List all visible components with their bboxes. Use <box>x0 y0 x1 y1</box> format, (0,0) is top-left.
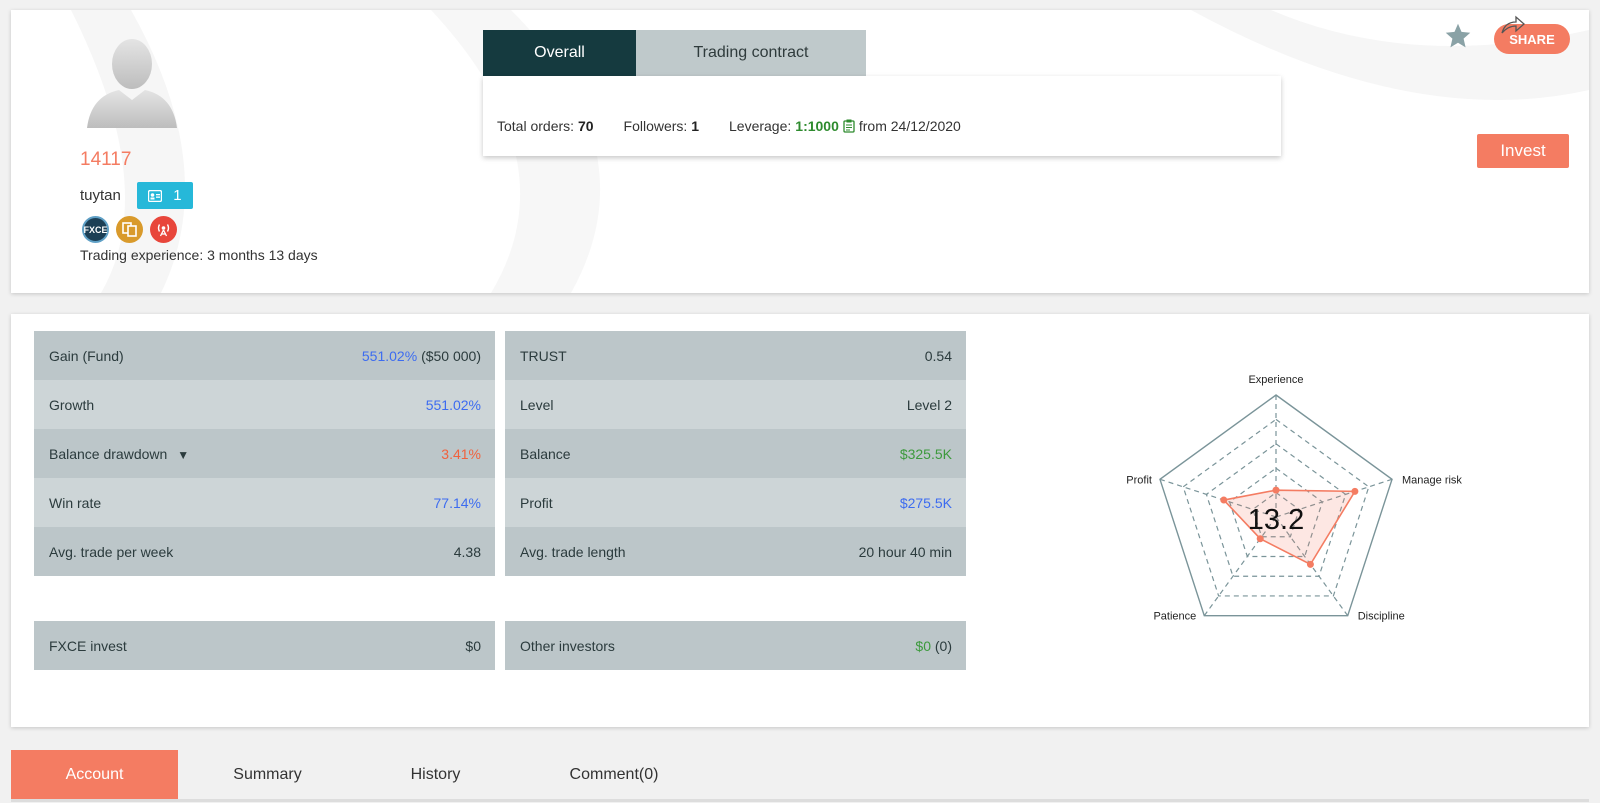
copy-icon <box>122 222 137 237</box>
stat-extra: (0) <box>934 637 952 654</box>
profile-card: 14117 tuytan 1 FXCE Trading experience: … <box>11 10 1589 293</box>
stat-level: Level Level 2 <box>505 380 966 429</box>
signal-badge-icon[interactable] <box>150 216 177 243</box>
stat-value: $0 <box>915 637 931 654</box>
id-card-badge[interactable]: 1 <box>137 182 193 209</box>
contract-icon[interactable] <box>843 119 855 133</box>
followers-value: 1 <box>691 118 699 134</box>
radar-axis-label-discipline: Discipline <box>1358 611 1405 623</box>
trader-id: 14117 <box>80 149 132 170</box>
stat-balance-drawdown[interactable]: Balance drawdown ▼ 3.41% <box>34 429 495 478</box>
id-card-icon <box>148 189 163 202</box>
stat-label: Level <box>520 396 554 413</box>
share-arrow-icon <box>1501 15 1525 34</box>
leverage-value: 1:1000 <box>795 118 839 134</box>
stat-label: FXCE invest <box>49 637 127 654</box>
copy-badge-icon[interactable] <box>116 216 143 243</box>
trading-experience: Trading experience: 3 months 13 days <box>80 247 318 263</box>
fxce-badge-label: FXCE <box>83 224 108 235</box>
stat-label: Gain (Fund) <box>49 347 124 364</box>
tab-underline <box>11 799 1589 802</box>
stat-value: 551.02% <box>425 396 481 413</box>
stat-value: 4.38 <box>453 543 481 560</box>
radar-point-manage-risk <box>1351 487 1359 495</box>
stat-avg-trade-length: Avg. trade length 20 hour 40 min <box>505 527 966 576</box>
other-investors-box: Other investors $0 (0) <box>505 621 966 670</box>
star-icon[interactable] <box>1444 22 1472 50</box>
radar-axis-label-profit: Profit <box>1126 474 1152 486</box>
leverage-label: Leverage: <box>729 118 792 134</box>
stat-label-wrap: Balance drawdown ▼ <box>49 446 189 462</box>
tab-trading-contract[interactable]: Trading contract <box>636 30 866 76</box>
leverage: Leverage: 1:1000 from 24/12/2020 <box>729 118 961 134</box>
stat-label: Growth <box>49 396 95 413</box>
radar-axis-label-patience: Patience <box>1153 611 1196 623</box>
stat-fxce-invest: FXCE invest $0 <box>34 621 495 670</box>
broadcast-icon <box>157 224 170 237</box>
tab-summary[interactable]: Summary <box>178 750 357 800</box>
stat-label: Other investors <box>520 637 615 654</box>
stats-left-column: Gain (Fund) 551.02% ($50 000) Growth 551… <box>34 331 495 576</box>
leverage-from: from 24/12/2020 <box>858 118 961 134</box>
stats-card: Gain (Fund) 551.02% ($50 000) Growth 551… <box>11 314 1589 727</box>
tab-overall[interactable]: Overall <box>483 30 636 76</box>
radar-point-experience <box>1272 486 1280 494</box>
stat-balance: Balance $325.5K <box>505 429 966 478</box>
avatar <box>87 39 177 128</box>
stat-value: 0.54 <box>924 347 952 364</box>
overview-tabs: Overall Trading contract <box>483 30 866 76</box>
stats-right-column: TRUST 0.54 Level Level 2 Balance $325.5K… <box>505 331 966 576</box>
stat-win-rate: Win rate 77.14% <box>34 478 495 527</box>
stat-value-wrap: 551.02% ($50 000) <box>362 348 481 364</box>
skills-radar-chart: Experience Manage risk Discipline Patience P… <box>1126 374 1462 623</box>
tab-history[interactable]: History <box>357 750 514 800</box>
stat-value: Level 2 <box>906 396 952 413</box>
stat-label: Profit <box>520 494 553 511</box>
stat-value: $325.5K <box>899 445 952 462</box>
stat-value: $0 <box>465 637 481 654</box>
stat-value: $275.5K <box>899 494 952 511</box>
radar-score: 13.2 <box>1248 504 1304 536</box>
stat-other-investors: Other investors $0 (0) <box>505 621 966 670</box>
fxce-invest-box: FXCE invest $0 <box>34 621 495 670</box>
stat-label: Avg. trade per week <box>49 543 174 560</box>
stat-value: 3.41% <box>441 445 481 462</box>
stat-avg-trade-per-week: Avg. trade per week 4.38 <box>34 527 495 576</box>
radar-point-profit <box>1220 496 1228 504</box>
stat-value: 77.14% <box>433 494 481 511</box>
stat-label: TRUST <box>520 347 567 364</box>
followers-label: Followers: <box>623 118 688 134</box>
stat-trust: TRUST 0.54 <box>505 331 966 380</box>
stat-label: Win rate <box>49 494 102 511</box>
caret-down-icon[interactable]: ▼ <box>177 448 189 462</box>
radar-axis-label-manage-risk: Manage risk <box>1402 474 1462 486</box>
stat-value-wrap: $0 (0) <box>915 638 952 654</box>
radar-point-patience <box>1256 535 1264 543</box>
id-badge-count: 1 <box>173 187 182 204</box>
followers: Followers: 1 <box>624 118 699 134</box>
invest-button[interactable]: Invest <box>1477 134 1569 168</box>
radar-axis-label-experience: Experience <box>1248 374 1303 386</box>
radar-point-discipline <box>1306 560 1314 568</box>
stat-extra: ($50 000) <box>421 347 481 364</box>
bottom-tab-strip: Account Summary History Comment(0) <box>11 750 714 803</box>
overview-info-box: Total orders: 70 Followers: 1 Leverage: … <box>483 76 1281 156</box>
username: tuytan <box>80 187 121 204</box>
stat-value: 551.02% <box>361 347 418 364</box>
fxce-badge[interactable]: FXCE <box>82 216 109 243</box>
stat-growth: Growth 551.02% <box>34 380 495 429</box>
stat-gain-fund: Gain (Fund) 551.02% ($50 000) <box>34 331 495 380</box>
total-orders-value: 70 <box>577 118 594 134</box>
stat-label: Balance <box>520 445 571 462</box>
total-orders: Total orders: 70 <box>497 118 594 134</box>
stat-label: Balance drawdown <box>49 445 168 462</box>
total-orders-label: Total orders: <box>497 118 575 134</box>
stat-profit: Profit $275.5K <box>505 478 966 527</box>
tab-comment[interactable]: Comment(0) <box>514 750 714 800</box>
stat-label: Avg. trade length <box>520 543 626 560</box>
stat-value: 20 hour 40 min <box>858 543 952 560</box>
tab-account[interactable]: Account <box>11 750 178 800</box>
